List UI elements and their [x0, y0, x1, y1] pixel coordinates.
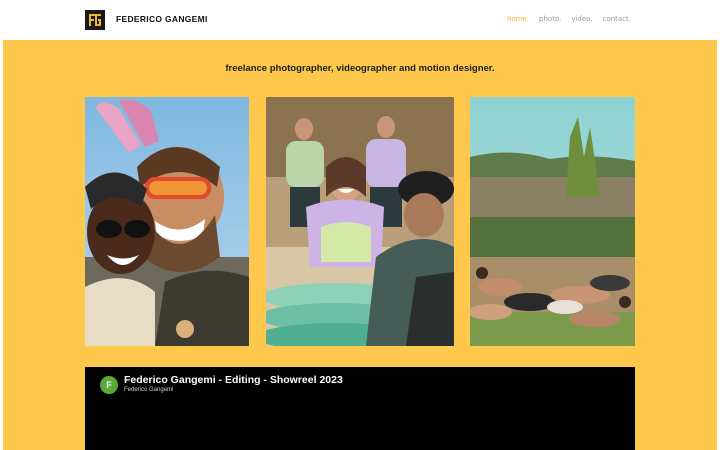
photo-surf-lesson[interactable]: [266, 97, 454, 346]
main-nav: home. photo. video. contact.: [507, 15, 631, 23]
channel-avatar[interactable]: F: [100, 376, 118, 394]
video-channel-name[interactable]: Federico Gangemi: [124, 387, 173, 393]
site-header: FEDERICO GANGEMI home. photo. video. con…: [3, 0, 717, 40]
nav-item-home[interactable]: home.: [507, 15, 529, 23]
nav-item-video[interactable]: video.: [571, 15, 592, 23]
main-content: freelance photographer, videographer and…: [3, 40, 717, 450]
page: FEDERICO GANGEMI home. photo. video. con…: [3, 0, 717, 450]
nav-item-contact[interactable]: contact.: [603, 15, 631, 23]
video-player-showreel[interactable]: F Federico Gangemi - Editing - Showreel …: [85, 367, 635, 450]
logo-icon[interactable]: [85, 10, 105, 30]
photo-field-group[interactable]: [470, 97, 635, 346]
tagline: freelance photographer, videographer and…: [225, 63, 495, 74]
brand-name[interactable]: FEDERICO GANGEMI: [116, 14, 208, 24]
photo-portrait-couple[interactable]: [85, 97, 249, 346]
video-title[interactable]: Federico Gangemi - Editing - Showreel 20…: [124, 374, 343, 386]
nav-item-photo[interactable]: photo.: [539, 15, 561, 23]
